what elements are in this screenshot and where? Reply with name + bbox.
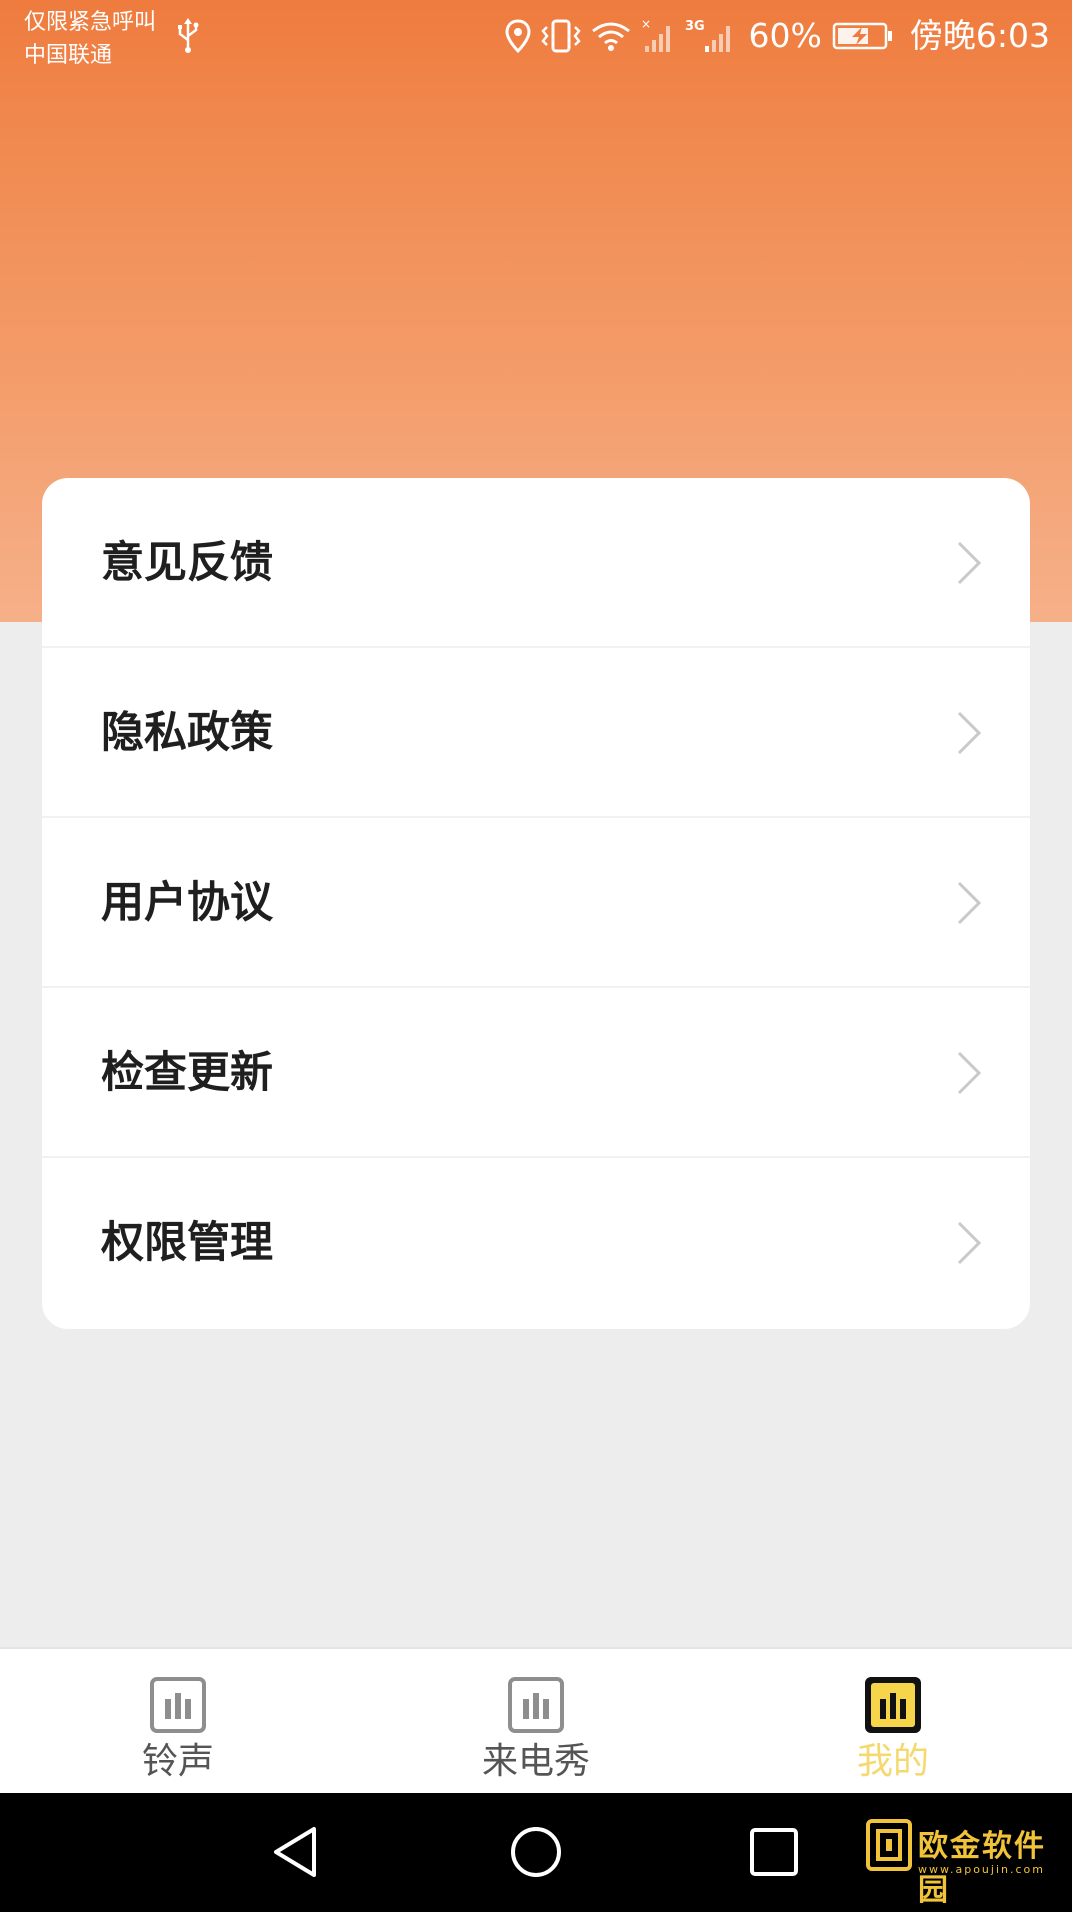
tab-label: 铃声 [141, 1741, 214, 1782]
carrier-name: 中国联通 [24, 43, 113, 68]
menu-item-label: 检查更新 [101, 1048, 273, 1098]
menu-item-label: 意见反馈 [101, 538, 273, 588]
battery-percent: 60% [748, 16, 822, 55]
bottom-nav-bar: 铃声 来电秀 我的 [0, 1647, 1072, 1793]
menu-item-label: 用户协议 [101, 878, 273, 928]
chevron-right-icon [957, 1051, 982, 1095]
tab-label: 我的 [856, 1741, 929, 1782]
system-nav-bar: 欧金软件园 www.apoujin.com [0, 1793, 1072, 1912]
watermark-url: www.apoujin.com [918, 1863, 1045, 1876]
emergency-call-text: 仅限紧急呼叫 [24, 10, 157, 35]
menu-item-check-update[interactable]: 检查更新 [42, 988, 1030, 1158]
vibrate-icon [540, 19, 581, 53]
carrier-info: 仅限紧急呼叫 中国联通 [24, 6, 156, 72]
chevron-right-icon [957, 711, 982, 755]
bar-chart-icon [865, 1677, 921, 1733]
chevron-right-icon [957, 541, 982, 585]
back-icon[interactable] [266, 1821, 328, 1883]
chevron-right-icon [957, 881, 982, 925]
clock-time: 傍晚6:03 [909, 16, 1050, 55]
watermark: 欧金软件园 www.apoujin.com [866, 1815, 1062, 1908]
usb-icon [178, 18, 199, 53]
bar-chart-icon [508, 1677, 564, 1733]
svg-text:×: × [641, 18, 651, 31]
svg-text:3G: 3G [685, 19, 705, 34]
chevron-right-icon [957, 1221, 982, 1265]
tab-label: 来电秀 [481, 1741, 590, 1782]
menu-item-label: 权限管理 [101, 1218, 273, 1268]
watermark-logo-icon [866, 1819, 912, 1871]
location-icon [505, 19, 531, 53]
status-icons: × 3G 60% 傍晚6:03 [505, 12, 1050, 60]
status-bar: 仅限紧急呼叫 中国联通 × 3G 60% 傍晚6:03 [0, 0, 1072, 76]
battery-charging-icon [832, 22, 892, 50]
tab-ringtones[interactable]: 铃声 [78, 1649, 278, 1795]
signal-icon: × [641, 18, 670, 52]
menu-item-user-agreement[interactable]: 用户协议 [42, 818, 1030, 988]
menu-item-label: 隐私政策 [101, 708, 273, 758]
bar-chart-icon [150, 1677, 206, 1733]
wifi-icon [591, 22, 630, 51]
recents-icon[interactable] [743, 1821, 805, 1883]
signal-3g-icon: 3G [685, 19, 730, 52]
menu-item-permission-management[interactable]: 权限管理 [42, 1158, 1030, 1328]
menu-item-privacy-policy[interactable]: 隐私政策 [42, 648, 1030, 818]
tab-mine[interactable]: 我的 [793, 1649, 993, 1795]
tab-caller-show[interactable]: 来电秀 [436, 1649, 636, 1795]
settings-menu-card: 意见反馈 隐私政策 用户协议 检查更新 权限管理 [42, 478, 1030, 1329]
home-icon[interactable] [505, 1821, 567, 1883]
menu-item-feedback[interactable]: 意见反馈 [42, 478, 1030, 648]
